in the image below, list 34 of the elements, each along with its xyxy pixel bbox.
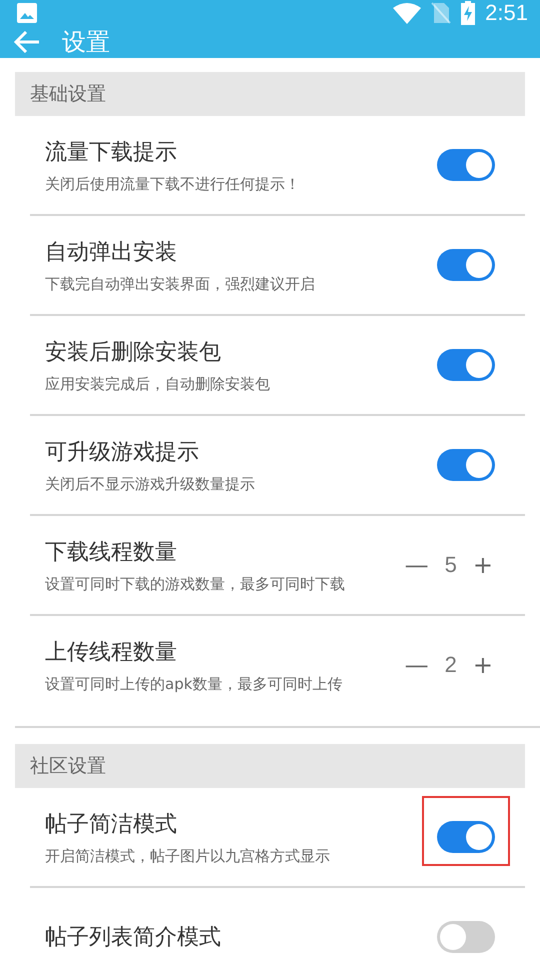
setting-title: 帖子列表简介模式 — [45, 924, 222, 952]
status-time: 2:51 — [485, 0, 528, 26]
setting-description: 关闭后不显示游戏升级数量提示 — [45, 474, 256, 494]
section-header: 社区设置 — [15, 744, 525, 788]
decrement-button[interactable]: — — [402, 551, 431, 579]
increment-button[interactable]: + — [470, 651, 495, 679]
stepper-value: 5 — [444, 552, 457, 578]
toggle-switch[interactable] — [437, 349, 495, 381]
section-header: 基础设置 — [15, 72, 525, 116]
setting-description: 设置可同时下载的游戏数量，最多可同时下载 — [45, 574, 346, 594]
toggle-switch[interactable] — [437, 921, 495, 953]
screen-title: 设置 — [62, 27, 110, 58]
wifi-icon — [393, 2, 422, 24]
increment-button[interactable]: + — [470, 551, 495, 579]
toggle-switch[interactable] — [437, 821, 495, 853]
setting-title: 下载线程数量 — [45, 538, 178, 566]
decrement-button[interactable]: — — [402, 651, 431, 679]
setting-description: 开启简洁模式，帖子图片以九宫格方式显示 — [45, 846, 331, 866]
setting-description: 下载完自动弹出安装界面，强烈建议开启 — [45, 274, 316, 294]
back-button[interactable] — [14, 31, 40, 53]
stepper-value: 2 — [444, 652, 457, 678]
setting-description: 设置可同时上传的apk数量，最多可同时上传 — [45, 674, 344, 694]
setting-description: 应用安装完成后，自动删除安装包 — [45, 374, 271, 394]
setting-title: 可升级游戏提示 — [45, 438, 200, 466]
setting-title: 帖子简洁模式 — [45, 810, 178, 838]
toggle-switch[interactable] — [437, 149, 495, 181]
toggle-switch[interactable] — [437, 449, 495, 481]
setting-title: 安装后删除安装包 — [45, 338, 222, 366]
toggle-switch[interactable] — [437, 249, 495, 281]
setting-description: 关闭后使用流量下载不进行任何提示！ — [45, 174, 301, 194]
setting-title: 上传线程数量 — [45, 638, 178, 666]
setting-title: 自动弹出安装 — [45, 238, 178, 266]
no-sim-icon — [431, 2, 452, 24]
setting-title: 流量下载提示 — [45, 138, 178, 166]
